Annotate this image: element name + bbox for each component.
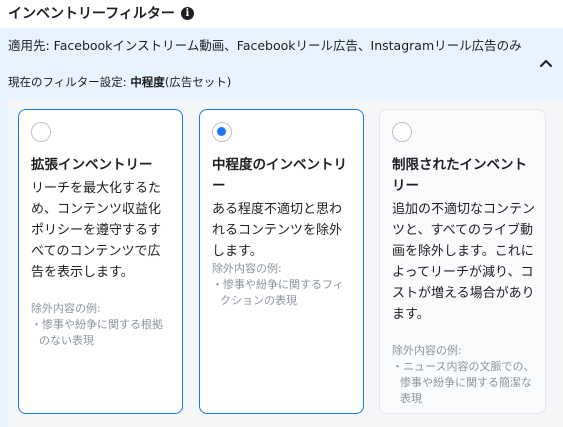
section-title: インベントリーフィルター <box>8 6 175 22</box>
example-item: ・ニュース内容の文脈での、惨事や紛争に関する簡潔な表現 <box>392 360 535 405</box>
filter-panel: 適用先: Facebookインストリーム動画、Facebookリール広告、Ins… <box>0 28 563 427</box>
examples-label: 除外内容の例: <box>392 344 462 357</box>
option-card-moderate[interactable]: 中程度のインベントリー ある程度不適切と思われるコンテンツを除外します。 除外内… <box>199 109 364 414</box>
option-description: ある程度不適切と思われるコンテンツを除外します。 <box>212 202 343 259</box>
option-title: 制限されたインベントリー <box>392 157 527 194</box>
option-card-limited[interactable]: 制限されたインベントリー 追加の不適切なコンテンツと、すべてのライブ動画を除外し… <box>379 109 546 414</box>
radio-limited[interactable] <box>392 122 412 142</box>
filter-options: 拡張インベントリー リーチを最大化するため、コンテンツ収益化ポリシーを遵守するす… <box>8 99 563 427</box>
current-filter-prefix: 現在のフィルター設定: <box>8 75 131 89</box>
option-title: 中程度のインベントリー <box>212 157 347 194</box>
info-icon[interactable]: i <box>180 6 194 20</box>
radio-moderate[interactable] <box>212 122 232 142</box>
applies-to-text: 適用先: Facebookインストリーム動画、Facebookリール広告、Ins… <box>8 38 522 53</box>
current-filter-suffix: (広告セット) <box>164 75 232 89</box>
option-title: 拡張インベントリー <box>31 157 153 173</box>
current-filter-value: 中程度 <box>130 75 165 89</box>
examples-label: 除外内容の例: <box>31 302 101 315</box>
example-item: ・惨事や紛争に関するフィクションの表現 <box>212 278 344 307</box>
example-item: ・惨事や紛争に関する根拠のない表現 <box>31 318 163 347</box>
examples-label: 除外内容の例: <box>212 262 282 275</box>
option-description: 追加の不適切なコンテンツと、すべてのライブ動画を除外します。これによってリーチが… <box>392 202 536 322</box>
current-filter-setting: 現在のフィルター設定: 中程度(広告セット) <box>8 74 231 90</box>
radio-expanded[interactable] <box>31 122 51 142</box>
option-card-expanded[interactable]: 拡張インベントリー リーチを最大化するため、コンテンツ収益化ポリシーを遵守するす… <box>18 109 183 414</box>
option-description: リーチを最大化するため、コンテンツ収益化ポリシーを遵守するすべてのコンテンツで広… <box>31 181 162 280</box>
chevron-up-icon[interactable] <box>539 56 553 70</box>
section-header: インベントリーフィルター i <box>8 2 194 24</box>
